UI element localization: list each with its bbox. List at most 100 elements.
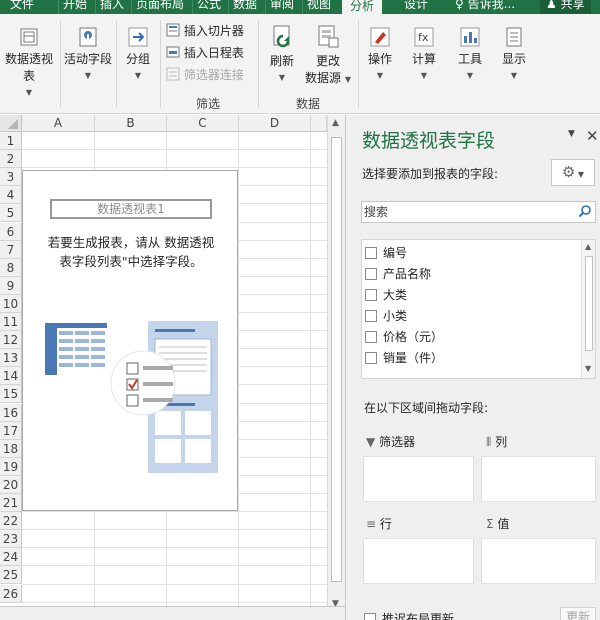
filter-connections-button[interactable]: 筛选器连接	[166, 66, 244, 84]
row-header[interactable]: 18	[0, 439, 22, 458]
sheet-tab-bar[interactable]	[0, 606, 345, 620]
row-header[interactable]: 3	[0, 168, 22, 187]
row-header[interactable]: 17	[0, 421, 22, 440]
tab-review[interactable]: 审阅	[265, 0, 294, 14]
search-icon[interactable]	[578, 204, 592, 218]
settings-button[interactable]: ⚙ ▼	[551, 159, 595, 186]
row-header[interactable]: 16	[0, 403, 22, 422]
field-label: 大类	[383, 288, 408, 302]
tab-view[interactable]: 视图	[302, 0, 331, 14]
checkbox[interactable]	[365, 247, 377, 259]
checkbox[interactable]	[364, 613, 376, 620]
row-header[interactable]: 7	[0, 240, 22, 259]
chevron-down-icon: ▼	[466, 71, 474, 80]
column-header-b[interactable]: B	[95, 115, 167, 132]
pane-options-icon[interactable]: ▼	[568, 129, 575, 139]
row-header[interactable]: 12	[0, 331, 22, 350]
tab-design[interactable]: 设计	[404, 0, 428, 14]
insert-timeline-button[interactable]: 插入日程表	[166, 44, 244, 62]
columns-icon: ⦀	[486, 435, 492, 449]
refresh-button[interactable]: 刷新 ▼	[262, 24, 302, 83]
row-header[interactable]: 23	[0, 530, 22, 549]
active-field-button[interactable]: 活动字段 ▼	[62, 26, 114, 81]
field-item[interactable]: 编号	[365, 244, 407, 262]
tools-button[interactable]: 工具 ▼	[452, 26, 488, 81]
chevron-down-icon: ▼	[420, 71, 428, 80]
filters-drop-zone[interactable]	[363, 456, 474, 502]
search-field[interactable]: 搜索	[361, 201, 596, 223]
checkbox[interactable]	[365, 352, 377, 364]
calculations-button[interactable]: fx 计算 ▼	[406, 26, 442, 81]
worksheet-vertical-scrollbar[interactable]: ▲ ▼	[327, 115, 345, 620]
columns-drop-zone[interactable]	[481, 456, 596, 502]
column-header-c[interactable]: C	[167, 115, 239, 132]
row-header[interactable]: 25	[0, 566, 22, 585]
values-drop-zone[interactable]	[481, 538, 596, 584]
update-button[interactable]: 更新	[560, 607, 596, 620]
row-header[interactable]: 4	[0, 186, 22, 205]
tab-insert[interactable]: 插入	[95, 0, 124, 14]
change-data-source-button[interactable]: 更改 数据源 ▼	[304, 24, 352, 86]
row-header[interactable]: 9	[0, 276, 22, 295]
rows-drop-zone[interactable]	[363, 538, 474, 584]
column-header-a[interactable]: A	[22, 115, 95, 132]
pivot-table-placeholder[interactable]: 数据透视表1 若要生成报表，请从 数据透视 表字段列表"中选择字段。	[22, 170, 238, 511]
row-header[interactable]: 1	[0, 132, 22, 151]
checkbox[interactable]	[365, 289, 377, 301]
row-header[interactable]: 14	[0, 367, 22, 386]
select-all-corner[interactable]	[0, 115, 22, 132]
row-header[interactable]: 20	[0, 475, 22, 494]
column-header-d[interactable]: D	[239, 115, 311, 132]
scroll-up-icon[interactable]: ▲	[332, 118, 339, 128]
row-header[interactable]: 6	[0, 222, 22, 241]
scrollbar-thumb[interactable]	[331, 137, 342, 582]
checkbox[interactable]	[365, 331, 377, 343]
row-header[interactable]: 8	[0, 258, 22, 277]
pivot-fields-pane: 数据透视表字段 ▼ ✕ 选择要添加到报表的字段: ⚙ ▼ 搜索 编号 产品名称 …	[345, 115, 600, 620]
row-header[interactable]: 11	[0, 313, 22, 332]
row-header[interactable]: 13	[0, 349, 22, 368]
scrollbar-thumb[interactable]	[585, 256, 593, 351]
row-header[interactable]: 19	[0, 457, 22, 476]
field-item[interactable]: 价格（元）	[365, 328, 443, 346]
row-header[interactable]: 26	[0, 584, 22, 603]
defer-layout-update[interactable]: 推迟布局更新	[364, 610, 454, 620]
checkbox[interactable]	[365, 310, 377, 322]
actions-button[interactable]: 操作 ▼	[362, 26, 398, 81]
row-header[interactable]: 2	[0, 150, 22, 169]
tab-home[interactable]: 开始	[58, 0, 87, 14]
worksheet[interactable]: A B C D 1 2 3 4 5 6 7 8 9 10 11 12 13 14 15 16 17 18 19 20 2…	[0, 115, 345, 620]
row-header[interactable]: 22	[0, 512, 22, 531]
pivot-table-button[interactable]: 数据透视表 ▼	[0, 26, 58, 98]
scroll-up-icon[interactable]: ▲	[585, 242, 591, 251]
row-header[interactable]: 10	[0, 294, 22, 313]
chevron-down-icon: ▼	[376, 71, 384, 80]
tab-file[interactable]: 文件	[10, 0, 34, 14]
insert-slicer-button[interactable]: 插入切片器	[166, 22, 244, 40]
grid-row-line	[22, 547, 327, 549]
show-button[interactable]: 显示 ▼	[496, 26, 532, 81]
row-header[interactable]: 21	[0, 494, 22, 513]
tab-data[interactable]: 数据	[228, 0, 257, 14]
tab-analyze[interactable]: 分析	[342, 0, 383, 14]
scroll-down-icon[interactable]: ▼	[585, 364, 591, 373]
column-header-e[interactable]	[311, 115, 327, 132]
group-button[interactable]: 分组 ▼	[118, 26, 158, 81]
field-item[interactable]: 大类	[365, 286, 407, 304]
row-header[interactable]: 5	[0, 204, 22, 223]
tell-me-box[interactable]: ♀ 告诉我...	[455, 0, 515, 14]
share-button[interactable]: ♟ 共享	[540, 0, 591, 14]
field-list-scrollbar[interactable]: ▲ ▼	[581, 240, 595, 378]
tab-page-layout[interactable]: 页面布局	[131, 0, 184, 14]
areas-label: 在以下区域间拖动字段:	[364, 401, 489, 415]
tab-formulas[interactable]: 公式	[192, 0, 221, 14]
field-item[interactable]: 小类	[365, 307, 407, 325]
row-header[interactable]: 24	[0, 548, 22, 567]
field-item[interactable]: 销量（件）	[365, 349, 443, 367]
close-icon[interactable]: ✕	[586, 127, 599, 145]
search-placeholder: 搜索	[364, 205, 389, 219]
checkbox[interactable]	[365, 268, 377, 280]
active-field-label: 活动字段	[63, 52, 112, 66]
row-header[interactable]: 15	[0, 385, 22, 404]
field-item[interactable]: 产品名称	[365, 265, 431, 283]
